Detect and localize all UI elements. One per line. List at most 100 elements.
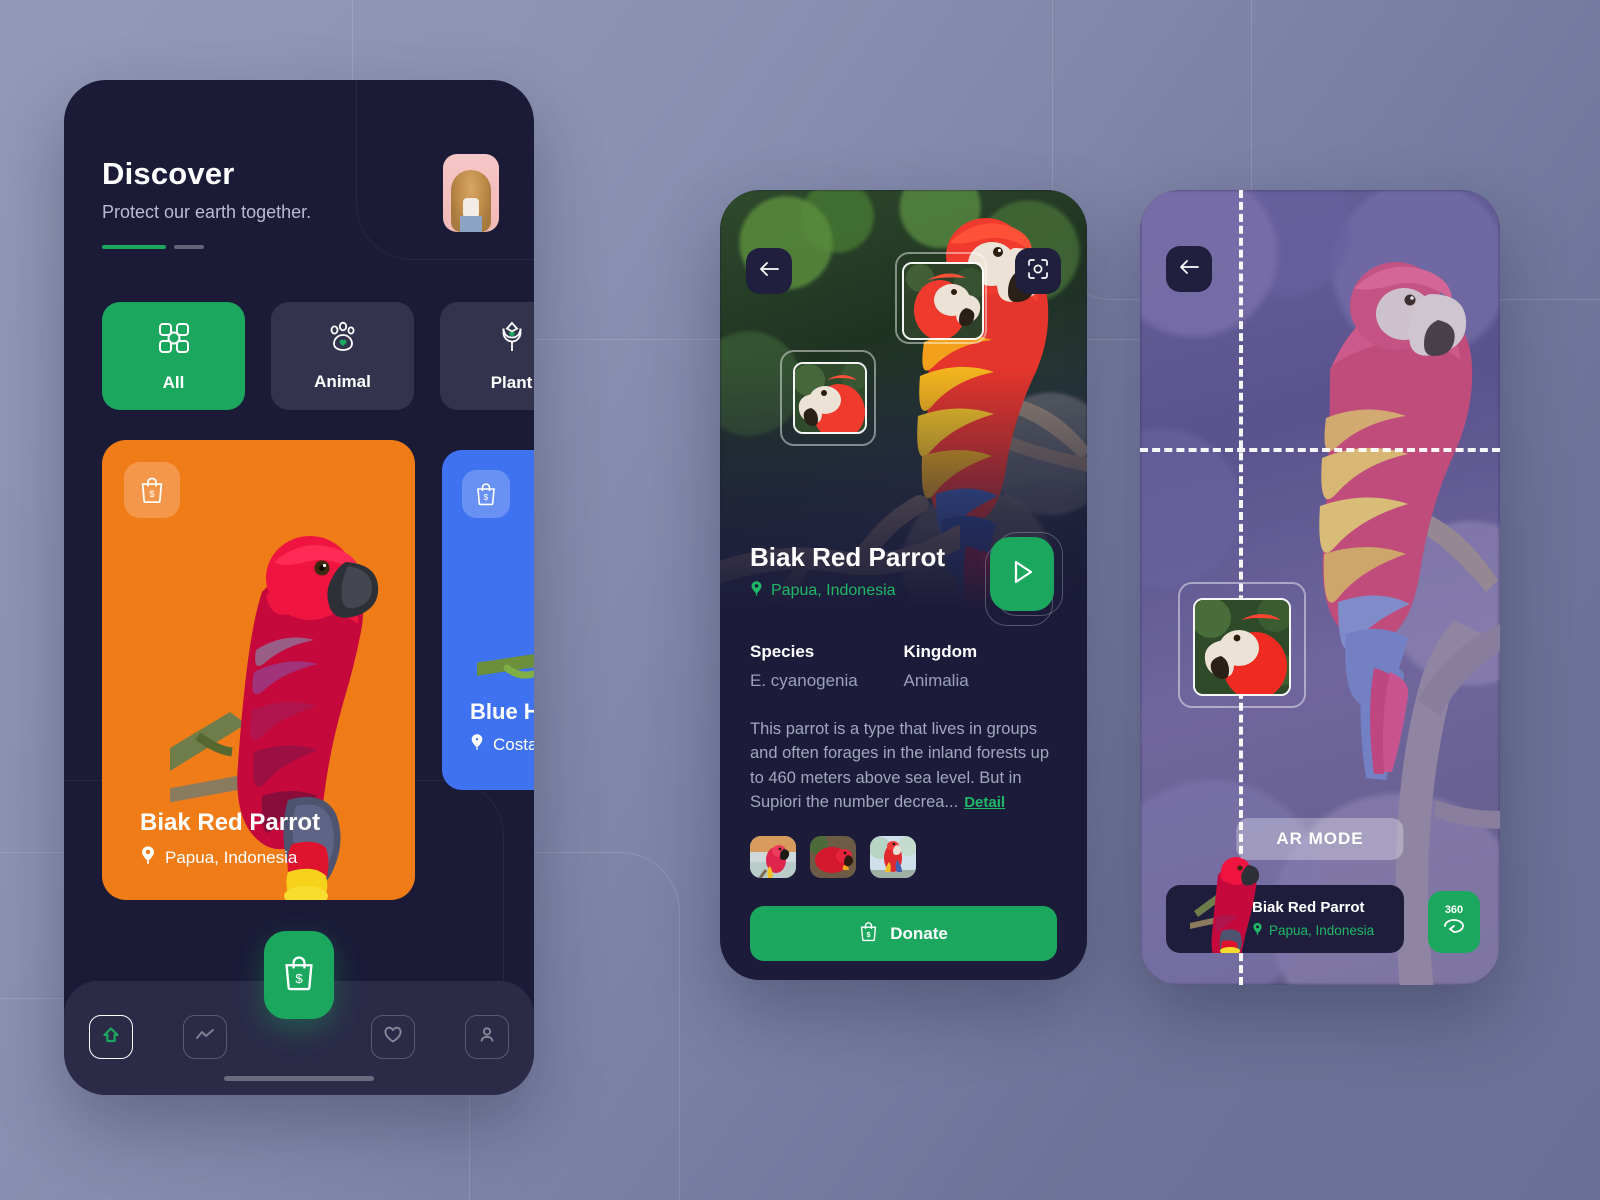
- category-tab-plant[interactable]: Plant: [440, 302, 534, 410]
- svg-text:$: $: [295, 971, 303, 986]
- category-tabs: All Animal Plant: [102, 302, 534, 410]
- arrow-left-icon: [1178, 258, 1200, 281]
- focus-thumbnail: [795, 364, 865, 432]
- thumbnail-3[interactable]: [870, 836, 916, 878]
- category-tab-label: All: [162, 372, 185, 392]
- location-pin-icon: [750, 580, 763, 602]
- progress-indicator: [102, 245, 311, 249]
- scan-button[interactable]: [1015, 248, 1061, 294]
- bird-card-biak-red-parrot[interactable]: $ Biak Red Parrot Papua, Indonesia: [102, 440, 415, 900]
- camera-focus-icon: [1027, 258, 1049, 285]
- nav-item-favorites[interactable]: [371, 1015, 415, 1059]
- back-button[interactable]: [746, 248, 792, 294]
- avatar-jeans: [460, 216, 482, 232]
- ar-card-title: Biak Red Parrot: [1252, 899, 1365, 916]
- bottom-nav-items: [64, 1015, 534, 1059]
- rotate-360-label: 360: [1444, 904, 1464, 916]
- progress-segment-idle[interactable]: [174, 245, 204, 249]
- play-icon: [1008, 557, 1036, 592]
- page-title: Discover: [102, 156, 235, 191]
- bird-card-location: Costa Rica: [470, 733, 534, 756]
- grid-flower-icon: [156, 320, 192, 361]
- ar-camera-feed: AR MODE Biak Red Parrot Papua, Indonesia…: [1140, 190, 1500, 985]
- shopping-bag-icon[interactable]: $: [462, 470, 510, 518]
- avatar-body: [463, 198, 479, 218]
- focus-frame-primary[interactable]: [902, 262, 984, 340]
- parrot-thumb-3: [870, 836, 916, 878]
- donate-label: Donate: [890, 923, 948, 943]
- bird-card-title: Blue Hummingbird: [470, 699, 534, 724]
- thumbnail-strip: [750, 836, 1057, 878]
- fact-key: Species: [750, 642, 815, 661]
- donate-button[interactable]: $ Donate: [750, 906, 1057, 961]
- back-button[interactable]: [1166, 246, 1212, 292]
- detail-link[interactable]: Detail: [964, 794, 1005, 811]
- thumbnail-1[interactable]: [750, 836, 796, 878]
- bird-card-location: Papua, Indonesia: [140, 845, 320, 870]
- category-tab-label: Plant: [490, 372, 533, 392]
- nav-item-home[interactable]: [89, 1015, 133, 1059]
- progress-segment-active: [102, 245, 166, 249]
- nav-item-profile[interactable]: [465, 1015, 509, 1059]
- play-button-group: [985, 532, 1065, 626]
- fact-species: Species E. cyanogenia: [750, 642, 904, 691]
- bird-card-meta: Blue Hummingbird Costa Rica: [470, 699, 534, 756]
- location-pin-icon: [140, 845, 156, 870]
- discover-screen: Discover Protect our earth together. All…: [64, 80, 534, 1095]
- focus-thumbnail: [1195, 600, 1289, 694]
- chart-icon: [194, 1025, 216, 1050]
- detail-panel: Biak Red Parrot Papua, Indonesia Species…: [720, 532, 1087, 961]
- bird-card-location-text: Papua, Indonesia: [165, 847, 298, 867]
- canvas: Discover Protect our earth together. All…: [0, 0, 1600, 1200]
- tulip-heart-icon: [497, 320, 527, 361]
- parrot-illustration: [1190, 857, 1260, 953]
- profile-icon: [478, 1025, 496, 1050]
- fact-grid: Species E. cyanogenia Kingdom Animalia: [750, 642, 1057, 691]
- parrot-thumb-1: [750, 836, 796, 878]
- page-subtitle: Protect our earth together.: [102, 202, 312, 222]
- home-icon: [101, 1025, 121, 1050]
- bird-card-blue-hummingbird[interactable]: $ Blue Humm: [442, 450, 534, 790]
- heart-icon: [383, 1026, 403, 1049]
- home-indicator: [224, 1076, 374, 1081]
- detail-description: This parrot is a type that lives in grou…: [750, 717, 1057, 814]
- category-tab-all[interactable]: All: [102, 302, 245, 410]
- rotate-360-button[interactable]: 360: [1428, 891, 1480, 953]
- ar-focus-frame[interactable]: [1193, 598, 1291, 696]
- svg-text:$: $: [867, 930, 871, 939]
- paw-heart-icon: [325, 321, 361, 360]
- bird-card-title: Biak Red Parrot: [140, 809, 321, 836]
- parrot-thumb-2: [810, 836, 856, 878]
- arrow-left-icon: [758, 260, 780, 283]
- nav-item-stats[interactable]: [183, 1015, 227, 1059]
- ar-info-card[interactable]: Biak Red Parrot Papua, Indonesia: [1166, 857, 1404, 953]
- location-pin-icon: [470, 733, 484, 756]
- play-button[interactable]: [990, 537, 1054, 611]
- fact-key: Kingdom: [903, 642, 978, 661]
- ar-card-text: Biak Red Parrot Papua, Indonesia: [1252, 899, 1374, 939]
- shopping-bag-icon: $: [859, 921, 878, 947]
- focus-frame-secondary[interactable]: [793, 362, 867, 434]
- shopping-bag-icon: $: [282, 954, 316, 997]
- avatar[interactable]: [443, 154, 499, 232]
- svg-text:$: $: [484, 493, 489, 502]
- category-tab-animal[interactable]: Animal: [271, 302, 414, 410]
- bird-card-location-text: Costa Rica: [493, 734, 534, 754]
- discover-header: Discover Protect our earth together.: [102, 156, 311, 249]
- fact-value: Animalia: [903, 671, 969, 690]
- detail-location-text: Papua, Indonesia: [771, 582, 896, 599]
- shop-fab-button[interactable]: $: [264, 931, 334, 1019]
- bird-card-meta: Biak Red Parrot Papua, Indonesia: [140, 809, 320, 870]
- svg-text:$: $: [149, 489, 155, 499]
- fact-kingdom: Kingdom Animalia: [904, 642, 1058, 691]
- category-tab-label: Animal: [314, 371, 371, 391]
- focus-thumbnail: [904, 264, 982, 338]
- ar-card-location: Papua, Indonesia: [1252, 922, 1374, 939]
- rotate-360-icon: [1441, 917, 1467, 940]
- ar-card-location-text: Papua, Indonesia: [1269, 923, 1375, 938]
- ar-crosshair-horizontal: [1140, 448, 1500, 452]
- fact-value: E. cyanogenia: [750, 671, 858, 690]
- detail-screen: Biak Red Parrot Papua, Indonesia Species…: [720, 190, 1087, 980]
- ar-screen: AR MODE Biak Red Parrot Papua, Indonesia…: [1140, 190, 1500, 985]
- thumbnail-2[interactable]: [810, 836, 856, 878]
